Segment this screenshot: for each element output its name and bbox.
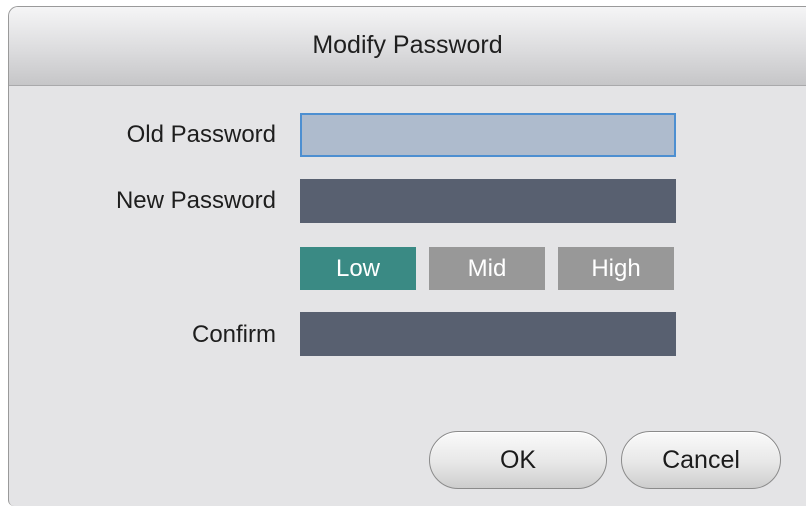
- old-password-field[interactable]: [300, 113, 676, 157]
- ok-button[interactable]: OK: [429, 431, 607, 489]
- new-password-field[interactable]: [300, 179, 676, 223]
- strength-low-indicator: Low: [300, 247, 416, 290]
- confirm-password-field[interactable]: [300, 312, 676, 356]
- dialog-title: Modify Password: [312, 31, 503, 59]
- old-password-label: Old Password: [126, 121, 276, 148]
- new-password-label: New Password: [115, 187, 276, 214]
- title-bar[interactable]: Modify Password: [9, 7, 806, 86]
- strength-high-indicator: High: [558, 247, 674, 290]
- confirm-label: Confirm: [191, 321, 276, 348]
- modify-password-dialog: Modify Password Old Password New Passwor…: [8, 6, 806, 506]
- cancel-button[interactable]: Cancel: [621, 431, 781, 489]
- strength-mid-indicator: Mid: [429, 247, 545, 290]
